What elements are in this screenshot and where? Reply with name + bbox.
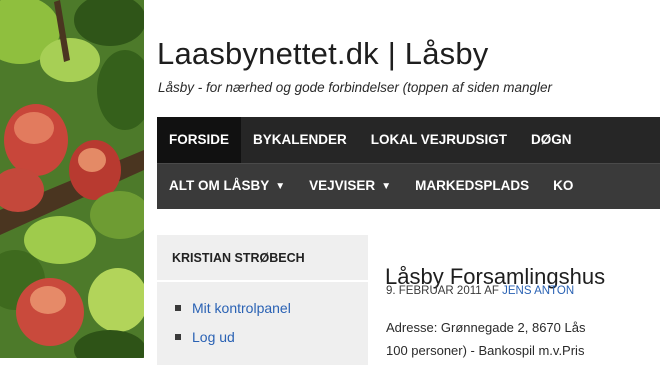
- caret-down-icon: ▼: [381, 181, 392, 192]
- logout-link[interactable]: Log ud: [175, 329, 368, 345]
- nav-item-markedsplads[interactable]: MARKEDSPLADS: [403, 164, 541, 209]
- site-tagline: Låsby - for nærhed og gode forbindelser …: [158, 80, 552, 95]
- nav-item-forside[interactable]: FORSIDE: [157, 117, 242, 163]
- nav-item-bykalender[interactable]: BYKALENDER: [241, 117, 359, 163]
- post-meta: 9. FEBRUAR 2011 AF JENS ANTON: [386, 285, 574, 297]
- widget-title: KRISTIAN STRØBECH: [157, 235, 368, 282]
- post-excerpt-line: 100 personer) - Bankospil m.v.Pris: [386, 343, 585, 358]
- nav-item-lokal-vejrudsigt[interactable]: LOKAL VEJRUDSIGT: [359, 117, 519, 163]
- nav-item-label: ALT OM LÅSBY: [169, 178, 270, 193]
- nav-item-label: VEJVISER: [309, 178, 376, 193]
- post-excerpt: Adresse: Grønnegade 2, 8670 Lås 100 pers…: [386, 316, 660, 362]
- nav-item-dogn[interactable]: DØGN: [519, 117, 584, 163]
- my-control-panel-link[interactable]: Mit kontrolpanel: [175, 300, 368, 316]
- nav-item-vejviser[interactable]: VEJVISER ▼: [297, 164, 403, 209]
- link-label: Mit kontrolpanel: [192, 300, 291, 316]
- bullet-icon: [175, 334, 181, 340]
- post-excerpt-line: Adresse: Grønnegade 2, 8670 Lås: [386, 320, 586, 335]
- secondary-nav: ALT OM LÅSBY ▼ VEJVISER ▼ MARKEDSPLADS KO: [157, 163, 660, 209]
- user-links: Mit kontrolpanel Log ud: [157, 282, 368, 345]
- header-photo-apples: [0, 0, 144, 358]
- caret-down-icon: ▼: [275, 181, 286, 192]
- post-by: AF: [484, 285, 499, 297]
- link-label: Log ud: [192, 329, 235, 345]
- post-author-link[interactable]: JENS ANTON: [502, 285, 574, 297]
- user-widget: KRISTIAN STRØBECH Mit kontrolpanel Log u…: [157, 235, 368, 365]
- primary-nav: FORSIDE BYKALENDER LOKAL VEJRUDSIGT DØGN: [157, 117, 660, 163]
- post-date: 9. FEBRUAR 2011: [386, 285, 482, 297]
- nav-item-alt-om-lasby[interactable]: ALT OM LÅSBY ▼: [157, 164, 297, 209]
- site-title[interactable]: Laasbynettet.dk | Låsby: [157, 36, 488, 72]
- nav-item-ko[interactable]: KO: [541, 164, 585, 209]
- bullet-icon: [175, 305, 181, 311]
